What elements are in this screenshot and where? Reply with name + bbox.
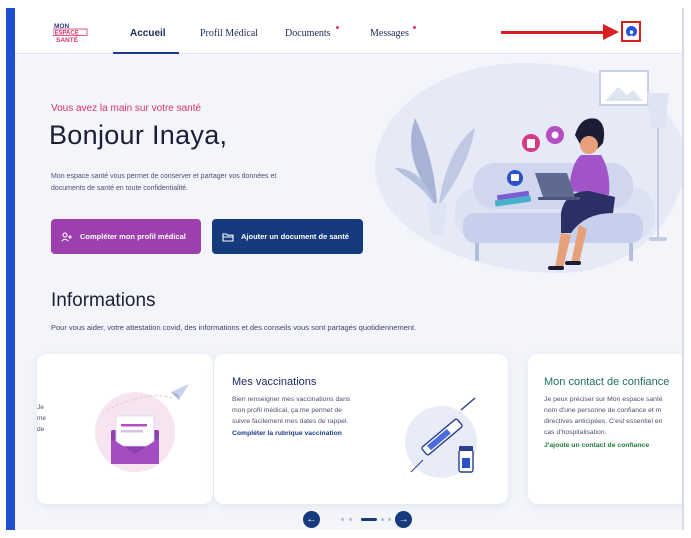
arrow-right-icon: → — [398, 514, 409, 525]
carousel-dot-1[interactable] — [341, 518, 344, 521]
browser-frame: MON ESPACE SANTÉ Accueil Profil Médical … — [0, 0, 691, 538]
informations-subtitle: Pour vous aider, votre attestation covid… — [51, 323, 417, 332]
annotation-highlight-box — [621, 21, 641, 42]
paper-plane-icon — [171, 384, 189, 400]
trusted-contact-text-line-2: nom d'une personne de confiance et m — [544, 407, 662, 414]
trusted-contact-link[interactable]: J'ajoute un contact de confiance — [544, 442, 649, 449]
carousel-prev-button[interactable]: ← — [303, 511, 320, 528]
card-left-edge-text: Je me de — [37, 402, 46, 435]
page: MON ESPACE SANTÉ Accueil Profil Médical … — [15, 8, 682, 530]
vaccinations-title: Mes vaccinations — [232, 376, 317, 388]
vaccinations-text-line-3: suivre facilement mes dates de rappel. — [232, 418, 349, 425]
trusted-contact-text-line-3: directives anticipées. C'est essentiel e… — [544, 418, 663, 425]
vaccinations-link[interactable]: Compléter la rubrique vaccination — [232, 430, 342, 437]
carousel-next-button[interactable]: → — [395, 511, 412, 528]
nav-active-indicator — [113, 52, 179, 54]
nav-accueil[interactable]: Accueil — [130, 28, 166, 39]
nav-profil-medical[interactable]: Profil Médical — [200, 28, 258, 39]
top-navigation: MON ESPACE SANTÉ Accueil Profil Médical … — [15, 8, 682, 54]
vaccinations-text: Bien renseigner mes vaccinations dans mo… — [232, 394, 350, 427]
card-left-edge-line-1: Je — [37, 404, 44, 411]
nav-messages[interactable]: Messages — [370, 28, 409, 39]
logo-line-2: ESPACE — [55, 31, 79, 37]
card-left-edge-line-2: me — [37, 415, 47, 422]
carousel-dot-active[interactable] — [361, 518, 377, 521]
hero-illustration — [395, 70, 669, 270]
add-user-icon — [61, 231, 72, 241]
vaccination-illustration — [405, 397, 477, 478]
logo-line-3: SANTÉ — [56, 35, 79, 43]
vaccinations-text-line-2: mon profil médical, ça me permet de — [232, 407, 342, 414]
annotation-arrow-shaft — [501, 31, 605, 34]
user-avatar-icon[interactable] — [626, 26, 637, 37]
complete-profile-label: Compléter mon profil médical — [80, 232, 186, 241]
left-accent-bar — [6, 8, 15, 530]
envelope-icon — [111, 415, 159, 464]
scrollbar[interactable] — [682, 8, 684, 530]
arrow-left-icon: ← — [306, 514, 317, 525]
trusted-contact-text-line-1: Je peux préciser sur Mon espace santé — [544, 396, 663, 403]
hero-tagline: Vous avez la main sur votre santé — [51, 103, 202, 114]
envelope-illustration — [95, 384, 189, 472]
carousel-dot-5[interactable] — [388, 518, 391, 521]
info-card-messaging[interactable]: Je me de — [37, 354, 213, 504]
informations-title: Informations — [51, 290, 156, 311]
mon-espace-sante-logo[interactable]: MON ESPACE SANTÉ — [53, 21, 89, 43]
documents-notification-dot — [336, 26, 339, 29]
messages-notification-dot — [413, 26, 416, 29]
carousel-dot-4[interactable] — [381, 518, 384, 521]
complete-profile-button[interactable]: Compléter mon profil médical — [51, 219, 201, 254]
info-card-trusted-contact[interactable]: Mon contact de confiance Je peux précise… — [528, 354, 682, 504]
trusted-contact-text-line-4: cas d'hospitalisation. — [544, 429, 607, 436]
hero-intro: Mon espace santé vous permet de conserve… — [51, 171, 326, 195]
annotation-arrow-head — [603, 24, 619, 40]
add-document-label: Ajouter un document de santé — [241, 232, 349, 241]
trusted-contact-text: Je peux préciser sur Mon espace santé no… — [544, 394, 663, 438]
hero-greeting: Bonjour Inaya, — [49, 120, 228, 150]
vial-icon — [458, 446, 474, 473]
card-left-edge-line-3: de — [37, 426, 45, 433]
trusted-contact-title: Mon contact de confiance — [544, 376, 670, 388]
hero-intro-line-2: documents de santé en toute confidential… — [51, 185, 188, 192]
vaccinations-text-line-1: Bien renseigner mes vaccinations dans — [232, 396, 351, 403]
nav-documents[interactable]: Documents — [285, 28, 331, 39]
folder-icon — [222, 232, 234, 242]
info-card-vaccinations[interactable]: Mes vaccinations Bien renseigner mes vac… — [214, 354, 508, 504]
add-document-button[interactable]: Ajouter un document de santé — [212, 219, 363, 254]
hero-intro-line-1: Mon espace santé vous permet de conserve… — [51, 173, 277, 180]
carousel-dot-2[interactable] — [349, 518, 352, 521]
